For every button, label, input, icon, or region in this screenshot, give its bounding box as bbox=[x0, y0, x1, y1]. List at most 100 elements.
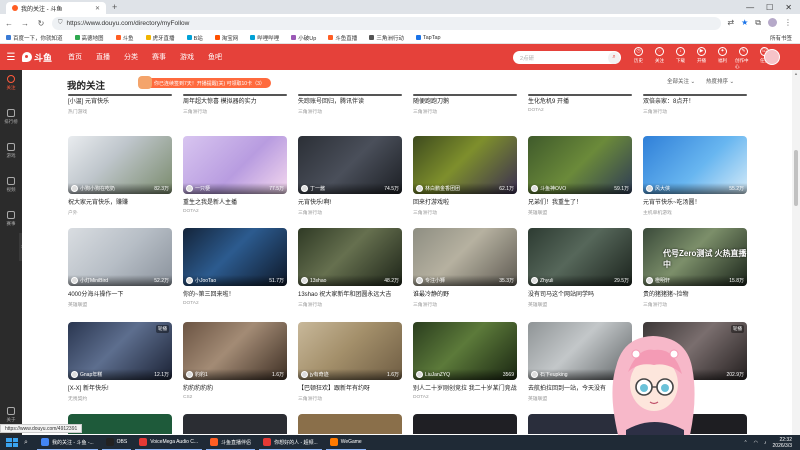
bookmark-item[interactable]: 斗鱼直播 bbox=[328, 34, 357, 42]
close-window-icon[interactable]: ✕ bbox=[785, 3, 792, 12]
bookmark-item[interactable]: B站 bbox=[186, 34, 203, 42]
volume-icon[interactable]: ♪ bbox=[764, 440, 767, 446]
forward-icon[interactable]: → bbox=[20, 19, 30, 28]
stream-card[interactable]: jy有奇迹 1.6万 【巴顿狂欢】跟新年有约呀 三角洲行动 bbox=[298, 322, 402, 402]
header-icon-button[interactable]: ✎ 创作中心 bbox=[735, 47, 752, 70]
clock[interactable]: 22:32 2026/3/3 bbox=[773, 437, 792, 449]
stream-card[interactable]: 代号Zero测试 火热直播中 橙明轩 15.8万 贵的猪猪猪~捡物 三角洲行动 bbox=[643, 228, 747, 308]
stream-thumbnail[interactable]: 小灯MiniBird 52.2万 bbox=[68, 228, 172, 286]
taskbar-app[interactable]: OBS bbox=[101, 435, 132, 450]
scroll-up-icon[interactable]: ▲ bbox=[794, 71, 798, 76]
stream-card[interactable]: 林白鹏金香团团 62.1万 回来打游戏啦 三角洲行动 bbox=[413, 136, 517, 216]
bookmark-item[interactable]: 小破Up bbox=[291, 34, 316, 42]
bookmark-item[interactable]: 淘宝网 bbox=[214, 34, 238, 42]
sidebar-item[interactable]: 赛事 bbox=[7, 211, 16, 227]
nav-item[interactable]: 鱼吧 bbox=[208, 52, 222, 62]
close-tab-icon[interactable]: ✕ bbox=[95, 5, 100, 12]
header-icon-button[interactable]: ◷ 历史 bbox=[630, 47, 647, 70]
stream-card[interactable]: Zhyuli 29.5万 没有司马这个网站同学吗 英雄联盟 bbox=[528, 228, 632, 308]
stream-card[interactable]: 豹豹1 1.6万 豹豹豹豹豹 CS2 bbox=[183, 322, 287, 400]
sidebar-item-about[interactable]: 关于 bbox=[7, 407, 16, 423]
bookmark-item[interactable]: 虎牙直播 bbox=[145, 34, 175, 42]
stream-thumbnail[interactable]: 轮播 Gnap年糕 12.1万 bbox=[68, 322, 172, 380]
taskbar-app[interactable]: VoiceMega Audio C... bbox=[135, 435, 203, 450]
top-row-card[interactable]: 随便跑跑刀鹅 三角洲行动 bbox=[413, 94, 517, 115]
maximize-icon[interactable]: ☐ bbox=[766, 3, 773, 12]
stream-card[interactable]: 小JooTao 51.7万 你的~第三回来啦！ DOTA2 bbox=[183, 228, 287, 306]
sidebar-item[interactable]: 游戏 bbox=[7, 143, 16, 159]
windows-start-icon[interactable] bbox=[6, 438, 18, 447]
hamburger-menu-icon[interactable]: ☰ bbox=[0, 52, 22, 63]
stream-card[interactable]: 一只梗 77.5万 重生之我是新人主播 DOTA2 bbox=[183, 136, 287, 214]
top-row-card[interactable]: [小温] 元宵快乐 热门游戏 bbox=[68, 94, 172, 115]
top-row-card[interactable]: 生化危机9 开播 DOTA2 bbox=[528, 94, 632, 113]
top-row-card[interactable]: 周年超大惊喜 模拟器的实力 三角洲行动 bbox=[183, 94, 287, 115]
stream-thumbnail[interactable]: 斗鱼神OVO 59.1万 bbox=[528, 136, 632, 194]
all-bookmarks[interactable]: 所有书签 bbox=[770, 34, 800, 42]
nav-item[interactable]: 直播 bbox=[96, 52, 110, 62]
page-scrollbar[interactable]: ▲ bbox=[792, 70, 800, 435]
back-icon[interactable]: ← bbox=[4, 19, 14, 28]
wifi-icon[interactable]: ◠ bbox=[754, 440, 758, 446]
extensions-icon[interactable]: ⧉ bbox=[755, 18, 761, 28]
search-input[interactable]: 2点研 ⌕ bbox=[513, 51, 621, 64]
menu-dots-icon[interactable]: ⋮ bbox=[784, 18, 792, 28]
stream-card[interactable]: 13shao 48.2万 13shao 祝大家新年和团圆永远大吉 三角洲行动 bbox=[298, 228, 402, 308]
top-row-card[interactable]: 双倍亲家：8点开！ 三角洲行动 bbox=[643, 94, 747, 115]
stream-thumbnail-partial[interactable] bbox=[413, 414, 517, 434]
nav-item[interactable]: 赛事 bbox=[152, 52, 166, 62]
stream-thumbnail-partial[interactable] bbox=[68, 414, 172, 434]
user-avatar[interactable] bbox=[764, 49, 780, 65]
translate-icon[interactable]: ⇄ bbox=[727, 18, 734, 28]
new-tab-icon[interactable]: + bbox=[112, 2, 117, 12]
search-icon[interactable]: ⌕ bbox=[608, 51, 620, 64]
sort-hot[interactable]: 热度排序 ⌄ bbox=[706, 77, 734, 85]
bookmark-star-icon[interactable]: ★ bbox=[741, 18, 748, 28]
minimize-icon[interactable]: — bbox=[746, 3, 754, 12]
stream-card[interactable]: 专注小狮 35.3万 谁最冷静的野 三角洲行动 bbox=[413, 228, 517, 308]
tray-chevron-icon[interactable]: ⌃ bbox=[743, 440, 747, 446]
taskbar-app[interactable]: 你想好的人 - 超频... bbox=[259, 435, 322, 450]
header-icon-button[interactable]: ▶ 开播 bbox=[693, 47, 710, 70]
browser-tab[interactable]: 我的关注 - 斗鱼 ✕ bbox=[6, 2, 106, 14]
stream-card[interactable]: 风大侠 55.2万 元宵节快乐~吃汤圆！ 主机单机游戏 bbox=[643, 136, 747, 216]
reload-icon[interactable]: ↻ bbox=[36, 19, 46, 28]
stream-thumbnail[interactable]: LiuJanZYQ 3569 bbox=[413, 322, 517, 380]
taskbar-app[interactable]: WeGame bbox=[325, 435, 366, 450]
stream-thumbnail[interactable]: 小JooTao 51.7万 bbox=[183, 228, 287, 286]
top-row-card[interactable]: 失踪账号回归，腾讯伴读 三角洲行动 bbox=[298, 94, 402, 115]
stream-card[interactable]: 轮播 Gnap年糕 12.1万 [X-X] 新年快乐! 无畏契约 bbox=[68, 322, 172, 402]
stream-thumbnail[interactable]: 代号Zero测试 火热直播中 橙明轩 15.8万 bbox=[643, 228, 747, 286]
bookmark-item[interactable]: TapTap bbox=[415, 35, 441, 41]
stream-thumbnail[interactable]: 一只梗 77.5万 bbox=[183, 136, 287, 194]
stream-thumbnail[interactable]: 小狗小狗在吃奶 82.3万 bbox=[68, 136, 172, 194]
bookmark-item[interactable]: 三角洲行动 bbox=[369, 34, 404, 42]
stream-card[interactable]: LiuJanZYQ 3569 别人二十岁刚创竞拉 我二十岁某门竞战 DOTA2 bbox=[413, 322, 517, 400]
stream-card[interactable]: 小狗小狗在吃奶 82.3万 祝大家元宵快乐，赚赚 户外 bbox=[68, 136, 172, 216]
nav-item[interactable]: 分类 bbox=[124, 52, 138, 62]
bookmark-item[interactable]: 哔哩哔哩 bbox=[250, 34, 279, 42]
profile-avatar[interactable] bbox=[768, 18, 777, 27]
scrollbar-thumb[interactable] bbox=[794, 150, 798, 206]
taskbar-app[interactable]: 我的关注 - 斗鱼 -... bbox=[37, 435, 98, 450]
taskbar-app[interactable]: 斗鱼直播伴侣 bbox=[206, 435, 256, 450]
sidebar-item[interactable]: 关注 bbox=[7, 75, 16, 91]
nav-item[interactable]: 游戏 bbox=[180, 52, 194, 62]
stream-thumbnail[interactable]: 林白鹏金香团团 62.1万 bbox=[413, 136, 517, 194]
nav-item[interactable]: 首页 bbox=[68, 52, 82, 62]
stream-thumbnail[interactable]: Zhyuli 29.5万 bbox=[528, 228, 632, 286]
stream-thumbnail[interactable]: 13shao 48.2万 bbox=[298, 228, 402, 286]
sidebar-item[interactable]: 排行榜 bbox=[4, 109, 18, 125]
bookmark-item[interactable]: 百度一下，你就知道 bbox=[6, 34, 63, 42]
header-icon-button[interactable]: ✦ 福利 bbox=[714, 47, 731, 70]
sidebar-item[interactable]: 视频 bbox=[7, 177, 16, 193]
stream-thumbnail[interactable]: 丁一酱 74.5万 bbox=[298, 136, 402, 194]
stream-thumbnail[interactable]: 豹豹1 1.6万 bbox=[183, 322, 287, 380]
stream-thumbnail[interactable]: 专注小狮 35.3万 bbox=[413, 228, 517, 286]
stream-thumbnail-partial[interactable] bbox=[298, 414, 402, 434]
bookmark-item[interactable]: 高德地图 bbox=[74, 34, 104, 42]
stream-thumbnail-partial[interactable] bbox=[183, 414, 287, 434]
stream-thumbnail[interactable]: jy有奇迹 1.6万 bbox=[298, 322, 402, 380]
url-field[interactable]: ⛉ https://www.douyu.com/directory/myFoll… bbox=[52, 16, 722, 30]
douyu-logo[interactable]: 斗鱼 bbox=[22, 51, 52, 64]
